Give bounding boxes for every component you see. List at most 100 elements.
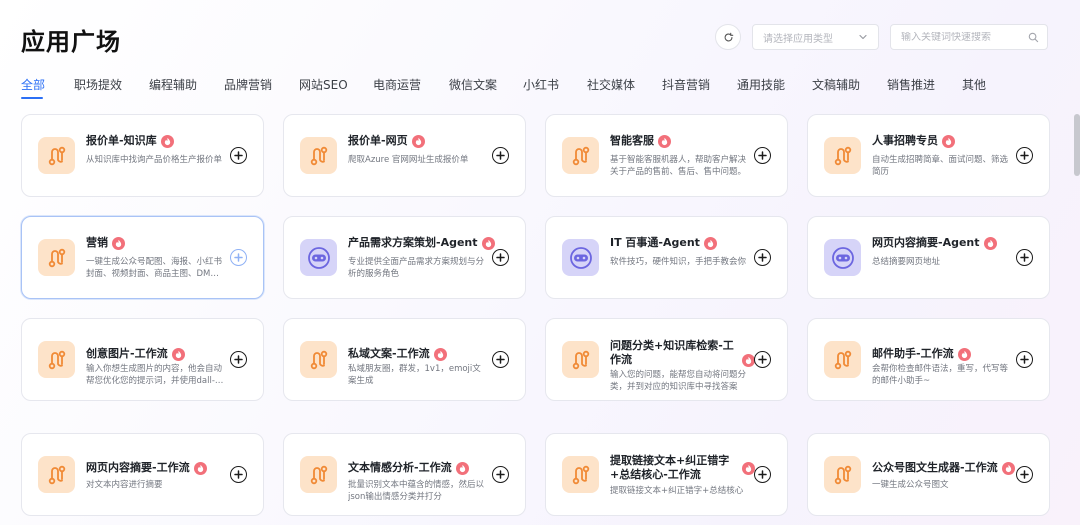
add-icon[interactable] (230, 466, 247, 483)
tab-website-seo[interactable]: 网站SEO (299, 76, 348, 93)
add-icon[interactable] (492, 466, 509, 483)
app-name: 网页内容摘要-Agent (872, 236, 980, 249)
add-icon[interactable] (1016, 351, 1033, 368)
add-icon[interactable] (754, 147, 771, 164)
app-description: 一键生成公众号图文 (872, 480, 949, 490)
app-description: 一键生成公众号配图、海报、小红书封面、视频封面、商品主图、DM宣… (86, 257, 223, 279)
chevron-down-icon (859, 34, 867, 40)
workflow-icon (824, 137, 861, 174)
tab-doc-assist[interactable]: 文稿辅助 (812, 76, 860, 93)
app-card[interactable]: 人事招聘专员 自动生成招聘简章、面试问题、筛选简历 (807, 114, 1050, 197)
bot-icon (300, 239, 337, 276)
app-type-select[interactable]: 请选择应用类型 (752, 24, 879, 50)
add-icon[interactable] (492, 249, 509, 266)
add-icon[interactable] (230, 147, 247, 164)
add-icon[interactable] (1016, 249, 1033, 266)
bot-icon (824, 239, 861, 276)
app-card[interactable]: 创意图片-工作流 输入你想生成图片的内容，他会自动帮您优化您的提示词，并使用da… (21, 318, 264, 401)
workflow-icon (300, 341, 337, 378)
app-description: 对文本内容进行摘要 (86, 480, 163, 490)
category-tabs: 全部 职场提效 编程辅助 品牌营销 网站SEO 电商运营 微信文案 小红书 社交… (0, 76, 1080, 102)
tab-douyin-marketing[interactable]: 抖音营销 (662, 76, 710, 93)
hot-tag-icon (983, 236, 997, 250)
app-name: 人事招聘专员 (872, 134, 938, 147)
app-card[interactable]: 私域文案-工作流 私域朋友圈，群发，1v1，emoji文案生成 (283, 318, 526, 401)
hot-tag-icon (942, 134, 955, 148)
tab-other[interactable]: 其他 (962, 76, 986, 93)
tab-general-skills[interactable]: 通用技能 (737, 76, 785, 93)
tab-coding-assist[interactable]: 编程辅助 (149, 76, 197, 93)
app-description: 软件技巧，硬件知识，手把手教会你 (610, 257, 747, 267)
app-card[interactable]: 公众号图文生成器-工作流 一键生成公众号图文 (807, 433, 1050, 516)
add-icon[interactable] (754, 466, 771, 483)
hot-tag-icon (112, 236, 125, 250)
app-description: 自动生成招聘简章、面试问题、筛选简历 (872, 155, 1009, 177)
search-input[interactable] (901, 31, 1028, 43)
app-card[interactable]: 营销 一键生成公众号配图、海报、小红书封面、视频封面、商品主图、DM宣… (21, 216, 264, 299)
app-card[interactable]: IT 百事通-Agent 软件技巧，硬件知识，手把手教会你 (545, 216, 788, 299)
app-name: 报价单-知识库 (86, 134, 157, 147)
app-card[interactable]: 网页内容摘要-Agent 总结摘要网页地址 (807, 216, 1050, 299)
search-box[interactable] (890, 24, 1048, 50)
tab-work-efficiency[interactable]: 职场提效 (74, 76, 122, 93)
app-type-select-placeholder: 请选择应用类型 (763, 33, 833, 45)
app-name: 报价单-网页 (348, 134, 408, 147)
app-card[interactable]: 报价单-网页 爬取Azure 官网网址生成报价单 (283, 114, 526, 197)
page-title: 应用广场 (21, 28, 121, 56)
app-description: 输入你想生成图片的内容，他会自动帮您优化您的提示词，并使用dall-e… (86, 364, 223, 386)
app-name: 产品需求方案策划-Agent (348, 236, 478, 249)
app-description: 提取链接文本+纠正错字+总结核心 (610, 486, 744, 496)
workflow-icon (38, 137, 75, 174)
app-description: 总结摘要网页地址 (872, 257, 941, 267)
add-icon[interactable] (492, 147, 509, 164)
app-name: 公众号图文生成器-工作流 (872, 461, 998, 474)
app-card[interactable]: 产品需求方案策划-Agent 专业提供全面产品需求方案规划与分析的服务角色 (283, 216, 526, 299)
tab-ecommerce[interactable]: 电商运营 (373, 76, 421, 93)
add-icon[interactable] (754, 351, 771, 368)
app-card[interactable]: 报价单-知识库 从知识库中找询产品价格生产报价单 (21, 114, 264, 197)
app-name: 邮件助手-工作流 (872, 347, 954, 360)
tab-social-media[interactable]: 社交媒体 (587, 76, 635, 93)
app-description: 会帮你检查邮件语法，重写，代写等的邮件小助手~ (872, 364, 1009, 386)
hot-tag-icon (742, 461, 755, 475)
app-description: 基于智能客服机器人，帮助客户解决关于产品的售前、售后、售中问题。 (610, 155, 747, 177)
app-name: 智能客服 (610, 134, 654, 147)
hot-tag-icon (193, 461, 207, 475)
app-card[interactable]: 问题分类+知识库检索-工作流 输入您的问题，能帮您自动将问题分类，并到对应的知识… (545, 318, 788, 401)
app-description: 爬取Azure 官网网址生成报价单 (348, 155, 469, 165)
app-name: IT 百事通-Agent (610, 236, 700, 249)
app-card[interactable]: 文本情感分析-工作流 批量识别文本中蕴含的情感，然后以json输出情感分类并打分 (283, 433, 526, 516)
app-description: 从知识库中找询产品价格生产报价单 (86, 155, 223, 165)
tab-xiaohongshu[interactable]: 小红书 (523, 76, 559, 93)
scrollbar-thumb[interactable] (1074, 114, 1080, 176)
app-description: 批量识别文本中蕴含的情感，然后以json输出情感分类并打分 (348, 480, 485, 502)
tab-all[interactable]: 全部 (21, 76, 45, 93)
workflow-icon (562, 341, 599, 378)
app-card[interactable]: 智能客服 基于智能客服机器人，帮助客户解决关于产品的售前、售后、售中问题。 (545, 114, 788, 197)
tab-wechat-copy[interactable]: 微信文案 (449, 76, 497, 93)
add-icon[interactable] (1016, 466, 1033, 483)
workflow-icon (300, 137, 337, 174)
workflow-icon (38, 341, 75, 378)
app-name: 网页内容摘要-工作流 (86, 461, 190, 474)
add-icon[interactable] (230, 351, 247, 368)
hot-tag-icon (658, 134, 671, 148)
hot-tag-icon (703, 236, 717, 250)
app-card[interactable]: 邮件助手-工作流 会帮你检查邮件语法，重写，代写等的邮件小助手~ (807, 318, 1050, 401)
app-card[interactable]: 提取链接文本+纠正错字+总结核心-工作流 提取链接文本+纠正错字+总结核心 (545, 433, 788, 516)
add-icon[interactable] (230, 249, 247, 266)
add-icon[interactable] (492, 351, 509, 368)
refresh-button[interactable] (715, 24, 741, 50)
hot-tag-icon (160, 134, 174, 148)
hot-tag-icon (455, 461, 469, 475)
app-card[interactable]: 网页内容摘要-工作流 对文本内容进行摘要 (21, 433, 264, 516)
tab-sales[interactable]: 销售推进 (887, 76, 935, 93)
app-description: 输入您的问题，能帮您自动将问题分类，并到对应的知识库中寻找答案 (610, 370, 747, 392)
add-icon[interactable] (1016, 147, 1033, 164)
add-icon[interactable] (754, 249, 771, 266)
app-name: 问题分类+知识库检索-工作流 (610, 339, 734, 366)
hot-tag-icon (481, 236, 495, 250)
tab-brand-marketing[interactable]: 品牌营销 (224, 76, 272, 93)
hot-tag-icon (742, 354, 755, 367)
search-icon[interactable] (1028, 32, 1039, 43)
